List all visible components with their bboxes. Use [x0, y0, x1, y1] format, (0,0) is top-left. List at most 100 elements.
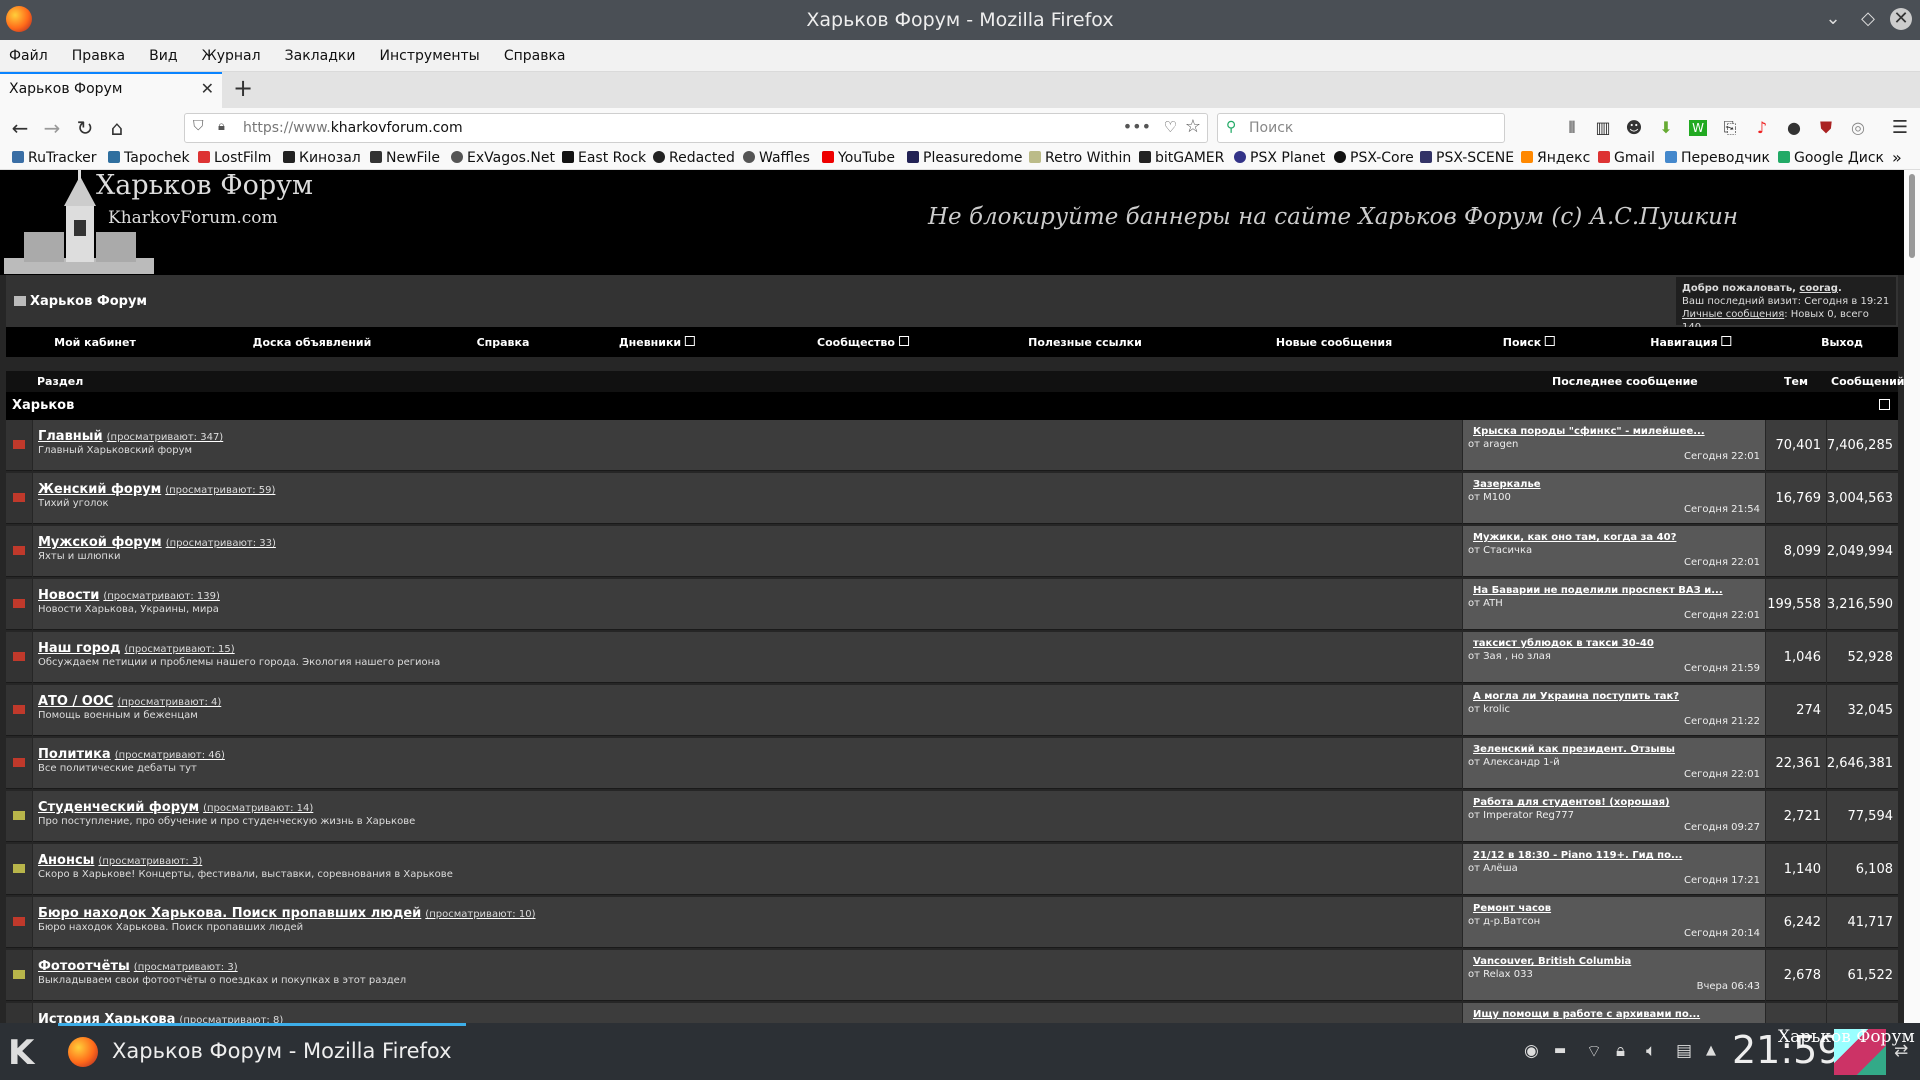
menu-edit[interactable]: Правка: [72, 40, 125, 72]
bookmark-retrowithin[interactable]: Retro Within: [1029, 150, 1131, 166]
lock-tray-icon[interactable]: 🔒︎: [1616, 1041, 1625, 1061]
more-bookmarks-icon[interactable]: »: [1892, 148, 1902, 167]
menu-file[interactable]: Файл: [9, 40, 48, 72]
bookmark-lostfilm[interactable]: LostFilm: [198, 150, 271, 166]
forum-title-link[interactable]: Политика (просматривают: 46): [38, 747, 225, 762]
page-actions-icon[interactable]: •••: [1123, 117, 1151, 136]
scrollbar-thumb[interactable]: [1909, 174, 1915, 258]
back-icon[interactable]: ←: [6, 114, 34, 142]
last-post-link[interactable]: Зеленский как президент. Отзывы: [1473, 744, 1675, 755]
dropdown-icon[interactable]: [898, 336, 909, 346]
menu-tools[interactable]: Инструменты: [380, 40, 480, 72]
nav-useful-links[interactable]: Полезные ссылки: [1028, 336, 1142, 349]
close-tab-icon[interactable]: ✕: [201, 79, 214, 98]
download-extension-icon[interactable]: ⬇: [1652, 114, 1680, 142]
globe-extension-icon[interactable]: ◎: [1844, 114, 1872, 142]
forum-title-link[interactable]: История Харькова (просматривают: 8): [38, 1012, 283, 1023]
dark-reader-icon[interactable]: ●: [1780, 114, 1808, 142]
translate-extension-icon[interactable]: ⎘: [1716, 114, 1744, 142]
bookmark-bitgamer[interactable]: bitGAMER: [1139, 150, 1224, 166]
dropdown-icon[interactable]: [1721, 336, 1732, 346]
search-engine-icon[interactable]: ⚲: [1226, 119, 1236, 135]
show-desktop-icon[interactable]: ⇄: [1894, 1041, 1908, 1061]
breadcrumb[interactable]: Харьков Форум: [14, 294, 147, 309]
last-post-link[interactable]: Зазеркалье: [1473, 479, 1541, 490]
private-messages-link[interactable]: Личные сообщения: [1682, 309, 1784, 320]
bookmark-psxplanet[interactable]: PSX Planet: [1234, 150, 1325, 166]
tray-expand-icon[interactable]: ▲: [1706, 1043, 1716, 1058]
keyboard-layout-icon[interactable]: ▬: [1554, 1043, 1566, 1058]
forward-icon[interactable]: →: [38, 114, 66, 142]
forum-title-link[interactable]: АТО / ООС (просматривают: 4): [38, 694, 221, 709]
sidebar-icon[interactable]: ▥: [1589, 114, 1617, 142]
lock-icon[interactable]: 🔒︎: [218, 119, 225, 134]
forum-title-link[interactable]: Мужской форум (просматривают: 33): [38, 535, 276, 550]
reload-icon[interactable]: ↻: [71, 114, 99, 142]
forum-title-link[interactable]: Главный (просматривают: 347): [38, 429, 223, 444]
extension-wm-icon[interactable]: W: [1689, 120, 1707, 136]
bookmark-youtube[interactable]: YouTube: [822, 150, 895, 166]
search-input[interactable]: ⚲ Поиск: [1217, 113, 1505, 143]
new-tab-icon[interactable]: +: [233, 74, 253, 102]
wifi-icon[interactable]: ⌔: [1586, 1041, 1602, 1062]
last-post-link[interactable]: Работа для студентов! (хорошая): [1473, 797, 1670, 808]
bookmark-tapochek[interactable]: Tapochek: [108, 150, 190, 166]
nav-community[interactable]: Сообщество: [817, 336, 909, 349]
forum-title-link[interactable]: Женский форум (просматривают: 59): [38, 482, 275, 497]
last-post-link[interactable]: таксист ублюдок в такси 30-40: [1473, 638, 1654, 649]
menu-help[interactable]: Справка: [504, 40, 566, 72]
bookmark-star-icon[interactable]: ☆: [1185, 116, 1201, 137]
music-extension-icon[interactable]: ♪: [1748, 114, 1776, 142]
forum-title-link[interactable]: Новости (просматривают: 139): [38, 588, 220, 603]
account-icon[interactable]: ☻: [1620, 114, 1648, 142]
forum-title-link[interactable]: Студенческий форум (просматривают: 14): [38, 800, 313, 815]
volume-icon[interactable]: 🔈︎: [1646, 1041, 1656, 1061]
url-bar[interactable]: ⛉ 🔒︎ https://www.kharkovforum.com ••• ♡ …: [184, 113, 1208, 143]
forum-title-link[interactable]: Фотоотчёты (просматривают: 3): [38, 959, 238, 974]
menu-bookmarks[interactable]: Закладки: [285, 40, 356, 72]
home-icon[interactable]: ⌂: [103, 114, 131, 142]
bookmark-newfile[interactable]: NewFile: [370, 150, 440, 166]
bookmark-psxcore[interactable]: PSX-Core: [1334, 150, 1414, 166]
firefox-taskbar-icon[interactable]: [68, 1037, 98, 1067]
last-post-link[interactable]: Ищу помощи в работе с архивами по...: [1473, 1009, 1700, 1020]
collapse-icon[interactable]: [1879, 399, 1890, 410]
nav-logout[interactable]: Выход: [1821, 336, 1863, 349]
nav-search[interactable]: Поиск: [1503, 336, 1556, 349]
nav-navigation[interactable]: Навигация: [1650, 336, 1732, 349]
site-logo-title[interactable]: Харьков Форум: [96, 170, 313, 201]
ublock-icon[interactable]: ⛊: [1812, 114, 1840, 142]
last-post-link[interactable]: Vancouver, British Columbia: [1473, 956, 1631, 967]
site-logo-domain[interactable]: KharkovForum.com: [108, 208, 278, 228]
nav-new-posts[interactable]: Новые сообщения: [1276, 336, 1392, 349]
minimize-icon[interactable]: ⌄: [1822, 8, 1844, 30]
bookmark-eastrock[interactable]: East Rock: [562, 150, 646, 166]
library-icon[interactable]: ⫴: [1558, 114, 1586, 142]
pocket-icon[interactable]: ♡: [1164, 118, 1177, 136]
bookmark-waffles[interactable]: Waffles: [743, 150, 810, 166]
bookmark-exvagos[interactable]: ExVagos.Net: [451, 150, 555, 166]
bookmark-psxscene[interactable]: PSX-SCENE: [1420, 150, 1514, 166]
dropdown-icon[interactable]: [1545, 336, 1556, 346]
bookmark-googledrive[interactable]: Google Диск: [1778, 150, 1884, 166]
last-post-link[interactable]: Ремонт часов: [1473, 903, 1551, 914]
last-post-link[interactable]: На Баварии не поделили проспект ВАЗ и...: [1473, 585, 1723, 596]
forum-title-link[interactable]: Наш город (просматривают: 15): [38, 641, 235, 656]
forum-title-link[interactable]: Анонсы (просматривают: 3): [38, 853, 202, 868]
last-post-link[interactable]: А могла ли Украина поступить так?: [1473, 691, 1679, 702]
bookmark-translator[interactable]: Переводчик: [1665, 150, 1770, 166]
nav-diaries[interactable]: Дневники: [619, 336, 696, 349]
bookmark-redacted[interactable]: Redacted: [653, 150, 735, 166]
menu-history[interactable]: Журнал: [202, 40, 261, 72]
maximize-icon[interactable]: ◇: [1857, 8, 1879, 30]
last-post-link[interactable]: Мужики, как оно там, когда за 40?: [1473, 532, 1676, 543]
hamburger-menu-icon[interactable]: ☰: [1886, 114, 1914, 142]
last-post-link[interactable]: 21/12 в 18:30 - Piano 119+. Гид по...: [1473, 850, 1682, 861]
bookmark-gmail[interactable]: Gmail: [1598, 150, 1655, 166]
bookmark-pleasuredome[interactable]: Pleasuredome: [907, 150, 1022, 166]
tray-app-icon[interactable]: ◉: [1524, 1041, 1539, 1061]
taskbar-task[interactable]: Харьков Форум - Mozilla Firefox: [112, 1039, 452, 1063]
tab-kharkovforum[interactable]: Харьков Форум ✕: [0, 72, 222, 108]
dropdown-icon[interactable]: [685, 336, 696, 346]
close-window-icon[interactable]: ✕: [1890, 8, 1912, 30]
